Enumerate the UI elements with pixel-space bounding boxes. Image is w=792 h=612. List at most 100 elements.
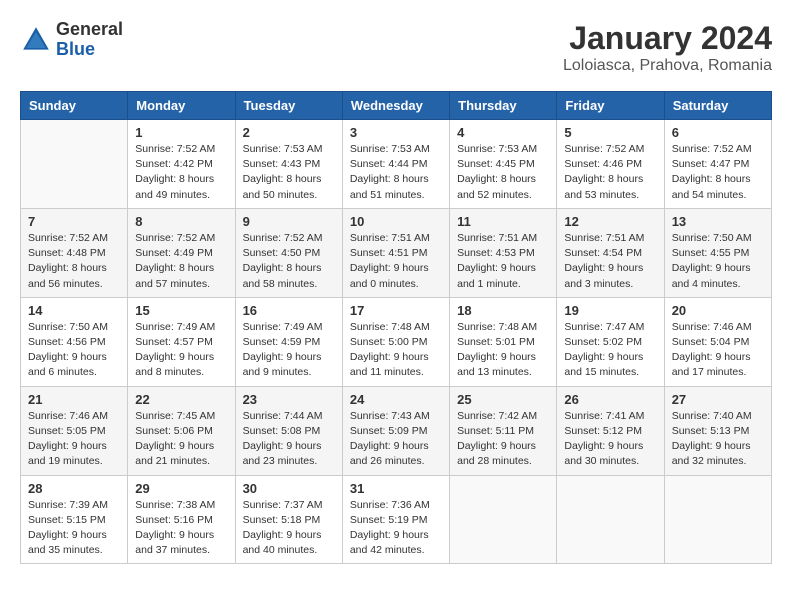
calendar-day-cell: 7Sunrise: 7:52 AMSunset: 4:48 PMDaylight… <box>21 208 128 297</box>
day-number: 27 <box>672 392 764 407</box>
day-info: Sunrise: 7:45 AMSunset: 5:06 PMDaylight:… <box>135 409 227 470</box>
logo-general-text: General <box>56 20 123 40</box>
day-info: Sunrise: 7:52 AMSunset: 4:50 PMDaylight:… <box>243 231 335 292</box>
day-info: Sunrise: 7:48 AMSunset: 5:01 PMDaylight:… <box>457 320 549 381</box>
day-info: Sunrise: 7:53 AMSunset: 4:43 PMDaylight:… <box>243 142 335 203</box>
calendar-day-cell: 25 Sunrise: 7:42 AMSunset: 5:11 PMDayligh… <box>450 386 557 475</box>
day-number: 12 <box>564 214 656 229</box>
day-info: Sunrise: 7:49 AMSunset: 4:59 PMDaylight:… <box>243 320 335 381</box>
day-number: 22 <box>135 392 227 407</box>
calendar-day-cell: 26 Sunrise: 7:41 AMSunset: 5:12 PMDayligh… <box>557 386 664 475</box>
day-number: 1 <box>135 125 227 140</box>
calendar-day-cell: 12Sunrise: 7:51 AMSunset: 4:54 PMDayligh… <box>557 208 664 297</box>
calendar-header-monday: Monday <box>128 92 235 120</box>
day-info: Sunrise: 7:52 AMSunset: 4:47 PMDaylight:… <box>672 142 764 203</box>
calendar-day-cell: 3 Sunrise: 7:53 AMSunset: 4:44 PMDaylight… <box>342 120 449 209</box>
day-info: Sunrise: 7:53 AMSunset: 4:45 PMDaylight:… <box>457 142 549 203</box>
calendar-day-cell <box>664 475 771 564</box>
day-info: Sunrise: 7:37 AMSunset: 5:18 PMDaylight:… <box>243 498 335 559</box>
calendar-day-cell: 19 Sunrise: 7:47 AMSunset: 5:02 PMDayligh… <box>557 297 664 386</box>
day-number: 21 <box>28 392 120 407</box>
day-number: 26 <box>564 392 656 407</box>
day-number: 25 <box>457 392 549 407</box>
day-info: Sunrise: 7:52 AMSunset: 4:49 PMDaylight:… <box>135 231 227 292</box>
calendar-day-cell: 9 Sunrise: 7:52 AMSunset: 4:50 PMDaylight… <box>235 208 342 297</box>
day-info: Sunrise: 7:43 AMSunset: 5:09 PMDaylight:… <box>350 409 442 470</box>
day-info: Sunrise: 7:41 AMSunset: 5:12 PMDaylight:… <box>564 409 656 470</box>
calendar-header-tuesday: Tuesday <box>235 92 342 120</box>
day-info: Sunrise: 7:50 AMSunset: 4:56 PMDaylight:… <box>28 320 120 381</box>
calendar-day-cell <box>450 475 557 564</box>
calendar-day-cell: 28 Sunrise: 7:39 AMSunset: 5:15 PMDayligh… <box>21 475 128 564</box>
day-number: 13 <box>672 214 764 229</box>
calendar-day-cell: 18 Sunrise: 7:48 AMSunset: 5:01 PMDayligh… <box>450 297 557 386</box>
calendar-day-cell: 21 Sunrise: 7:46 AMSunset: 5:05 PMDayligh… <box>21 386 128 475</box>
calendar-week-row: 14 Sunrise: 7:50 AMSunset: 4:56 PMDayligh… <box>21 297 772 386</box>
calendar-table: SundayMondayTuesdayWednesdayThursdayFrid… <box>20 91 772 564</box>
calendar-day-cell: 20 Sunrise: 7:46 AMSunset: 5:04 PMDayligh… <box>664 297 771 386</box>
day-number: 17 <box>350 303 442 318</box>
calendar-day-cell: 29 Sunrise: 7:38 AMSunset: 5:16 PMDayligh… <box>128 475 235 564</box>
day-number: 29 <box>135 481 227 496</box>
calendar-day-cell: 17 Sunrise: 7:48 AMSunset: 5:00 PMDayligh… <box>342 297 449 386</box>
day-info: Sunrise: 7:44 AMSunset: 5:08 PMDaylight:… <box>243 409 335 470</box>
day-number: 20 <box>672 303 764 318</box>
day-info: Sunrise: 7:38 AMSunset: 5:16 PMDaylight:… <box>135 498 227 559</box>
day-info: Sunrise: 7:36 AMSunset: 5:19 PMDaylight:… <box>350 498 442 559</box>
calendar-day-cell: 2Sunrise: 7:53 AMSunset: 4:43 PMDaylight… <box>235 120 342 209</box>
calendar-day-cell: 24 Sunrise: 7:43 AMSunset: 5:09 PMDayligh… <box>342 386 449 475</box>
calendar-week-row: 21 Sunrise: 7:46 AMSunset: 5:05 PMDayligh… <box>21 386 772 475</box>
day-number: 23 <box>243 392 335 407</box>
calendar-header-saturday: Saturday <box>664 92 771 120</box>
day-info: Sunrise: 7:47 AMSunset: 5:02 PMDaylight:… <box>564 320 656 381</box>
calendar-week-row: 7Sunrise: 7:52 AMSunset: 4:48 PMDaylight… <box>21 208 772 297</box>
day-number: 5 <box>564 125 656 140</box>
calendar-day-cell: 30Sunrise: 7:37 AMSunset: 5:18 PMDayligh… <box>235 475 342 564</box>
day-number: 19 <box>564 303 656 318</box>
day-info: Sunrise: 7:46 AMSunset: 5:05 PMDaylight:… <box>28 409 120 470</box>
day-info: Sunrise: 7:48 AMSunset: 5:00 PMDaylight:… <box>350 320 442 381</box>
calendar-day-cell: 1Sunrise: 7:52 AMSunset: 4:42 PMDaylight… <box>128 120 235 209</box>
day-info: Sunrise: 7:39 AMSunset: 5:15 PMDaylight:… <box>28 498 120 559</box>
day-number: 8 <box>135 214 227 229</box>
calendar-day-cell: 27 Sunrise: 7:40 AMSunset: 5:13 PMDayligh… <box>664 386 771 475</box>
day-info: Sunrise: 7:53 AMSunset: 4:44 PMDaylight:… <box>350 142 442 203</box>
title-section: January 2024 Loloiasca, Prahova, Romania <box>563 20 772 75</box>
day-number: 15 <box>135 303 227 318</box>
calendar-day-cell <box>21 120 128 209</box>
day-info: Sunrise: 7:40 AMSunset: 5:13 PMDaylight:… <box>672 409 764 470</box>
day-info: Sunrise: 7:49 AMSunset: 4:57 PMDaylight:… <box>135 320 227 381</box>
day-number: 18 <box>457 303 549 318</box>
page-subtitle: Loloiasca, Prahova, Romania <box>563 57 772 75</box>
day-number: 24 <box>350 392 442 407</box>
logo-icon <box>20 24 52 56</box>
day-number: 31 <box>350 481 442 496</box>
calendar-day-cell: 15 Sunrise: 7:49 AMSunset: 4:57 PMDayligh… <box>128 297 235 386</box>
calendar-header-row: SundayMondayTuesdayWednesdayThursdayFrid… <box>21 92 772 120</box>
day-number: 10 <box>350 214 442 229</box>
calendar-week-row: 1Sunrise: 7:52 AMSunset: 4:42 PMDaylight… <box>21 120 772 209</box>
day-info: Sunrise: 7:52 AMSunset: 4:48 PMDaylight:… <box>28 231 120 292</box>
day-info: Sunrise: 7:50 AMSunset: 4:55 PMDaylight:… <box>672 231 764 292</box>
calendar-day-cell: 14 Sunrise: 7:50 AMSunset: 4:56 PMDayligh… <box>21 297 128 386</box>
day-info: Sunrise: 7:42 AMSunset: 5:11 PMDaylight:… <box>457 409 549 470</box>
calendar-day-cell: 6 Sunrise: 7:52 AMSunset: 4:47 PMDaylight… <box>664 120 771 209</box>
calendar-day-cell: 5Sunrise: 7:52 AMSunset: 4:46 PMDaylight… <box>557 120 664 209</box>
day-info: Sunrise: 7:51 AMSunset: 4:51 PMDaylight:… <box>350 231 442 292</box>
logo-blue-text: Blue <box>56 40 123 60</box>
day-number: 6 <box>672 125 764 140</box>
day-number: 16 <box>243 303 335 318</box>
day-number: 28 <box>28 481 120 496</box>
calendar-header-friday: Friday <box>557 92 664 120</box>
calendar-day-cell: 11Sunrise: 7:51 AMSunset: 4:53 PMDayligh… <box>450 208 557 297</box>
calendar-day-cell: 16 Sunrise: 7:49 AMSunset: 4:59 PMDayligh… <box>235 297 342 386</box>
day-number: 3 <box>350 125 442 140</box>
day-number: 4 <box>457 125 549 140</box>
day-number: 9 <box>243 214 335 229</box>
day-info: Sunrise: 7:46 AMSunset: 5:04 PMDaylight:… <box>672 320 764 381</box>
page-header: General Blue January 2024 Loloiasca, Pra… <box>20 20 772 75</box>
calendar-day-cell: 4 Sunrise: 7:53 AMSunset: 4:45 PMDaylight… <box>450 120 557 209</box>
day-number: 14 <box>28 303 120 318</box>
calendar-day-cell: 23 Sunrise: 7:44 AMSunset: 5:08 PMDayligh… <box>235 386 342 475</box>
calendar-header-thursday: Thursday <box>450 92 557 120</box>
